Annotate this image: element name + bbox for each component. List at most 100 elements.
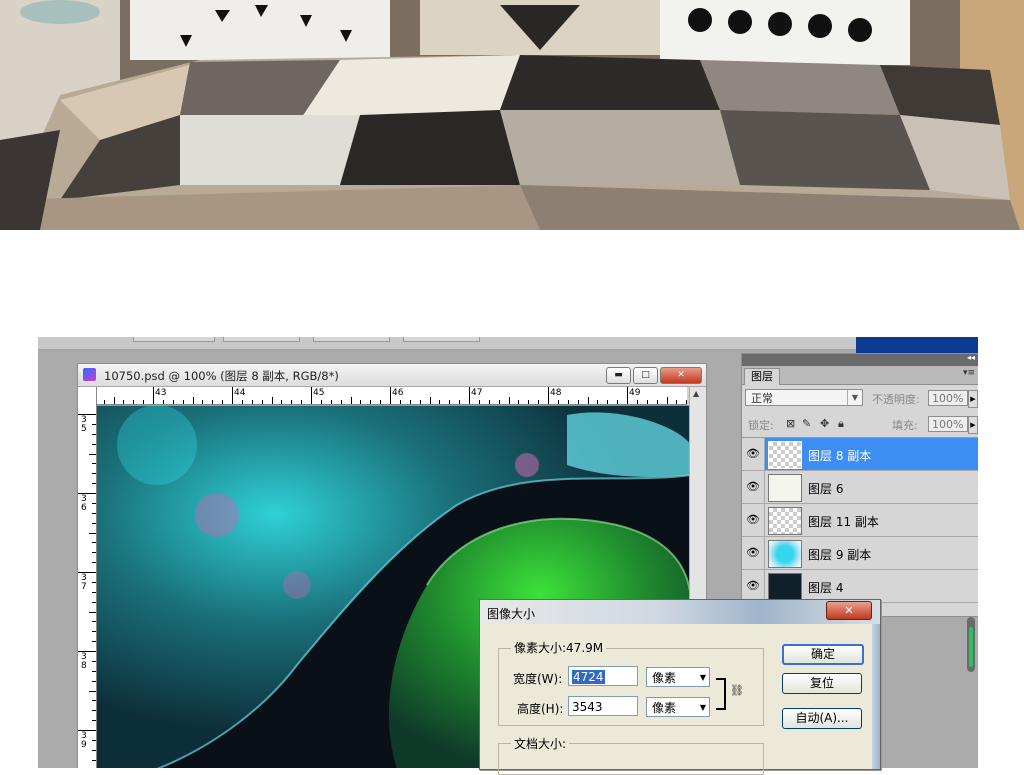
ruler-tick <box>92 552 96 554</box>
ruler-tick <box>89 611 96 613</box>
close-button[interactable]: ✕ <box>660 367 702 384</box>
ruler-tick <box>508 397 510 404</box>
opacity-arrow-icon[interactable]: ▶ <box>968 390 978 408</box>
ruler-tick <box>92 562 96 564</box>
layer-name: 图层 6 <box>808 482 844 496</box>
ruler-label: 44 <box>234 388 246 398</box>
layer-row[interactable]: 👁︎ 图层 8 副本 <box>742 438 978 471</box>
vertical-ruler[interactable]: 3 5 3 6 3 7 3 8 3 9 <box>78 404 97 768</box>
image-size-dialog: 图像大小 ✕ 像素大小:47.9M 宽度(W): 4724 像素 ▼ 高度(H)… <box>479 599 881 775</box>
ruler-tick <box>92 641 96 643</box>
ruler-tick <box>89 453 96 455</box>
ruler-tick <box>607 400 609 404</box>
lock-label: 锁定: <box>748 419 774 432</box>
ruler-label: 49 <box>629 388 641 398</box>
ruler-tick <box>518 400 520 404</box>
dialog-close-button[interactable]: ✕ <box>826 601 872 620</box>
ruler-tick <box>92 710 96 712</box>
options-field[interactable] <box>403 337 480 342</box>
fill-input[interactable]: 100% <box>928 416 968 432</box>
ruler-tick <box>92 542 96 544</box>
ruler-tick <box>429 397 431 404</box>
ruler-tick <box>271 397 273 404</box>
panel-menu-icon[interactable]: ▾≡ <box>963 368 975 378</box>
height-input[interactable]: 3543 <box>568 696 638 716</box>
lock-all-icon[interactable]: 🔒︎ <box>838 417 844 431</box>
bedding-illustration <box>0 0 1024 230</box>
ruler-tick <box>92 680 96 682</box>
ruler-tick <box>459 400 461 404</box>
panel-collapse-strip[interactable]: ◂◂ <box>742 353 978 366</box>
ruler-tick <box>409 400 411 404</box>
width-input[interactable]: 4724 <box>568 666 638 686</box>
dialog-title: 图像大小 <box>487 607 536 621</box>
ruler-label: 46 <box>392 388 404 398</box>
ruler-tick <box>488 400 490 404</box>
ruler-tick <box>92 463 96 465</box>
document-titlebar[interactable]: 10750.psd @ 100% (图层 8 副本, RGB/8*) ▬ □ ✕ <box>78 364 706 387</box>
ruler-tick <box>380 400 382 404</box>
scroll-up-icon[interactable]: ▲ <box>693 389 699 398</box>
auto-button[interactable]: 自动(A)... <box>782 708 862 729</box>
horizontal-ruler[interactable]: 43 44 45 46 47 48 49 <box>97 387 687 405</box>
ruler-tick <box>89 690 96 692</box>
fill-arrow-icon[interactable]: ▶ <box>968 416 978 434</box>
options-field[interactable] <box>223 337 300 342</box>
lock-brush-icon[interactable]: ✎ <box>802 417 811 430</box>
panel-scrollbar-thumb[interactable] <box>969 627 973 667</box>
layer-row[interactable]: 👁︎ 图层 6 <box>742 471 978 504</box>
ruler-tick <box>577 400 579 404</box>
ruler-tick <box>587 397 589 404</box>
eye-icon[interactable]: 👁︎ <box>742 471 765 503</box>
maximize-button[interactable]: □ <box>633 367 658 384</box>
dialog-titlebar[interactable]: 图像大小 ✕ <box>480 600 880 624</box>
ruler-tick <box>469 387 470 404</box>
ruler-tick <box>212 400 214 404</box>
lock-move-icon[interactable]: ✥ <box>820 417 829 430</box>
ruler-tick <box>92 621 96 623</box>
eye-icon[interactable]: 👁︎ <box>742 438 765 470</box>
width-label: 宽度(W): <box>513 672 563 686</box>
height-unit-select[interactable]: 像素 ▼ <box>646 697 710 717</box>
ruler-tick <box>311 387 312 404</box>
eye-icon[interactable]: 👁︎ <box>742 570 765 602</box>
options-field[interactable] <box>133 337 215 342</box>
ruler-origin[interactable] <box>78 387 97 405</box>
options-field[interactable] <box>313 337 390 342</box>
ruler-tick <box>291 400 293 404</box>
layer-name: 图层 11 副本 <box>808 515 879 529</box>
ruler-tick <box>92 739 96 741</box>
panel-header-blue <box>856 337 978 353</box>
ruler-label: 3 6 <box>81 494 87 513</box>
ruler-tick <box>182 400 184 404</box>
ruler-tick <box>103 400 105 404</box>
width-unit-select[interactable]: 像素 ▼ <box>646 667 710 687</box>
reset-button[interactable]: 复位 <box>782 673 862 694</box>
tab-layers[interactable]: 图层 <box>744 368 780 385</box>
ruler-tick <box>548 387 549 404</box>
ruler-tick <box>92 670 96 672</box>
ruler-tick <box>686 400 687 404</box>
minimize-button[interactable]: ▬ <box>606 367 631 384</box>
ruler-tick <box>92 720 96 722</box>
ruler-label: 3 5 <box>81 415 87 434</box>
ruler-tick <box>656 400 658 404</box>
eye-icon[interactable]: 👁︎ <box>742 537 765 569</box>
ruler-tick <box>360 400 362 404</box>
eye-icon[interactable]: 👁︎ <box>742 504 765 536</box>
ruler-tick <box>92 502 96 504</box>
ruler-tick <box>92 473 96 475</box>
layer-row[interactable]: 👁︎ 图层 9 副本 <box>742 537 978 570</box>
opacity-input[interactable]: 100% <box>928 390 968 406</box>
layer-row[interactable]: 👁︎ 图层 11 副本 <box>742 504 978 537</box>
collapse-icon[interactable]: ◂◂ <box>967 353 975 362</box>
ruler-tick <box>92 631 96 633</box>
ruler-tick <box>92 591 96 593</box>
blend-mode-select[interactable]: 正常 ▼ <box>745 389 863 406</box>
lock-transparency-icon[interactable]: ⊠ <box>786 417 795 430</box>
ruler-label: 45 <box>313 388 325 398</box>
ok-button[interactable]: 确定 <box>782 644 864 665</box>
ruler-tick <box>92 483 96 485</box>
width-unit-value: 像素 <box>652 671 677 685</box>
bedroom-photo <box>0 0 1024 230</box>
